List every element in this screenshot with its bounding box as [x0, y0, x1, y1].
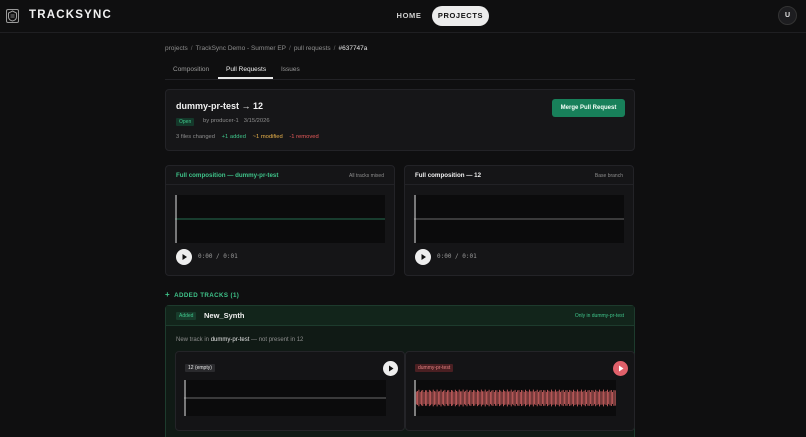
nav-home-link[interactable]: HOME — [389, 7, 429, 25]
base-branch-label: 12 (empty) — [185, 364, 215, 372]
breadcrumb-project[interactable]: TrackSync Demo - Summer EP — [196, 45, 286, 52]
pr-track-panel: dummy-pr-test — [405, 351, 635, 431]
play-button[interactable] — [176, 249, 192, 265]
playback-time: 0:00 / 0:01 — [437, 253, 477, 260]
play-button[interactable] — [415, 249, 431, 265]
waveform[interactable] — [175, 195, 385, 243]
waveform[interactable] — [184, 380, 386, 416]
breadcrumb-separator: / — [289, 45, 291, 52]
logo-icon[interactable] — [6, 9, 19, 23]
waveform[interactable] — [414, 380, 616, 416]
added-badge: Added — [176, 312, 197, 320]
note-prefix: New track in — [176, 337, 210, 343]
playback-time: 0:00 / 0:01 — [198, 253, 238, 260]
added-tracks-heading: + ADDED TRACKS (1) — [165, 290, 239, 299]
tab-pull-requests[interactable]: Pull Requests — [226, 66, 266, 73]
panel-header: Full composition — 12 Base branch — [405, 166, 633, 185]
breadcrumb: projects / TrackSync Demo - Summer EP / pull… — [165, 45, 367, 52]
panel-title: Full composition — dummy-pr-test — [176, 172, 279, 179]
note-suffix: — not present in 12 — [251, 337, 304, 343]
user-avatar[interactable]: U — [778, 6, 797, 25]
status-badge: Open — [176, 118, 195, 126]
pull-request-card: dummy-pr-test → 12 Open by producer-1 3/1… — [165, 89, 635, 151]
pr-title: dummy-pr-test → 12 — [176, 101, 264, 111]
play-icon — [389, 365, 394, 372]
pr-stats: 3 files changed +1 added ~1 modified -1 … — [176, 134, 324, 140]
tab-composition[interactable]: Composition — [173, 66, 209, 73]
brand-name[interactable]: TRACKSYNC — [29, 9, 112, 21]
files-changed: 3 files changed — [176, 134, 215, 140]
breadcrumb-projects[interactable]: projects — [165, 45, 188, 52]
composition-panel-head: Full composition — dummy-pr-test All tra… — [165, 165, 395, 276]
merge-pull-request-button[interactable]: Merge Pull Request — [552, 99, 625, 117]
pr-meta: by producer-1 3/15/2026 — [203, 118, 275, 124]
panel-tag: All tracks mixed — [348, 173, 384, 179]
panel-tag: Base branch — [594, 173, 623, 179]
added-track-card: Added New_Synth Only in dummy-pr-test Ne… — [165, 305, 635, 437]
plus-icon: + — [165, 290, 171, 299]
added-tracks-label: ADDED TRACKS (1) — [174, 292, 240, 299]
note-branch: dummy-pr-test — [210, 337, 250, 343]
added-track-header: Added New_Synth Only in dummy-pr-test — [166, 306, 634, 326]
play-button[interactable] — [613, 361, 628, 376]
panel-header: Full composition — dummy-pr-test All tra… — [166, 166, 394, 185]
only-in-branch-tag: Only in dummy-pr-test — [574, 313, 624, 319]
files-added: +1 added — [221, 134, 246, 140]
play-button[interactable] — [383, 361, 398, 376]
active-tab-indicator — [218, 77, 273, 79]
waveform[interactable] — [414, 195, 624, 243]
files-removed: -1 removed — [289, 134, 319, 140]
play-icon — [182, 254, 187, 260]
composition-panel-base: Full composition — 12 Base branch 0:00 /… — [404, 165, 634, 276]
play-icon — [421, 254, 426, 260]
breadcrumb-separator: / — [190, 45, 193, 52]
play-icon — [619, 365, 624, 372]
breadcrumb-separator: / — [333, 45, 336, 52]
base-track-panel: 12 (empty) — [175, 351, 405, 431]
pr-branch-label: dummy-pr-test — [415, 364, 454, 372]
pr-author: by producer-1 — [203, 118, 239, 124]
nav-projects-link[interactable]: PROJECTS — [432, 6, 489, 26]
tab-issues[interactable]: Issues — [281, 66, 300, 73]
pr-date: 3/15/2026 — [243, 118, 270, 124]
breadcrumb-current: #637747a — [338, 45, 368, 52]
panel-title: Full composition — 12 — [415, 172, 482, 179]
track-name: New_Synth — [204, 311, 245, 320]
files-modified: ~1 modified — [252, 134, 283, 140]
track-note: New track in dummy-pr-test — not present… — [176, 337, 303, 343]
top-navbar: TRACKSYNC HOME PROJECTS U — [0, 0, 806, 33]
breadcrumb-pull-requests[interactable]: pull requests — [294, 45, 331, 52]
